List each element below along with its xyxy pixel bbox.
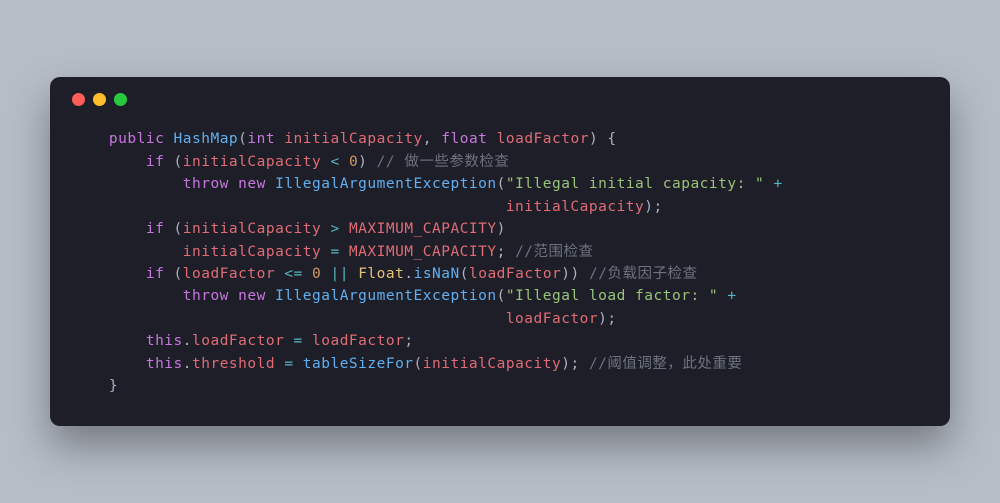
field-threshold: threshold bbox=[192, 356, 275, 372]
semicolon: ; bbox=[497, 244, 506, 260]
op-gt: > bbox=[330, 221, 339, 237]
var-loadFactor: loadFactor bbox=[506, 311, 598, 327]
keyword-this: this bbox=[146, 356, 183, 372]
paren-close: ) bbox=[497, 221, 506, 237]
op-assign: = bbox=[284, 356, 293, 372]
constructor-name: HashMap bbox=[174, 131, 239, 147]
keyword-if: if bbox=[146, 221, 164, 237]
comment: //阈值调整，此处重要 bbox=[589, 356, 742, 372]
keyword-if: if bbox=[146, 266, 164, 282]
keyword-new: new bbox=[238, 288, 266, 304]
keyword-throw: throw bbox=[183, 288, 229, 304]
op-le: <= bbox=[284, 266, 302, 282]
paren-close-semi: ); bbox=[561, 356, 579, 372]
var-loadFactor: loadFactor bbox=[312, 333, 404, 349]
paren-open: ( bbox=[497, 176, 506, 192]
paren-close: )) bbox=[561, 266, 579, 282]
keyword-int: int bbox=[247, 131, 275, 147]
dot: . bbox=[183, 356, 192, 372]
const-max-capacity: MAXIMUM_CAPACITY bbox=[349, 244, 497, 260]
string-literal: "Illegal load factor: " bbox=[506, 288, 718, 304]
literal-zero: 0 bbox=[349, 154, 358, 170]
paren-close: ) bbox=[358, 154, 367, 170]
paren-open: ( bbox=[497, 288, 506, 304]
method-isnan: isNaN bbox=[414, 266, 460, 282]
paren-close-semi: ); bbox=[598, 311, 616, 327]
field-loadFactor: loadFactor bbox=[192, 333, 284, 349]
close-icon[interactable] bbox=[72, 93, 85, 106]
keyword-this: this bbox=[146, 333, 183, 349]
comma: , bbox=[423, 131, 432, 147]
param-loadFactor: loadFactor bbox=[497, 131, 589, 147]
paren-open: ( bbox=[174, 266, 183, 282]
method-tablesizefor: tableSizeFor bbox=[303, 356, 414, 372]
var-initialCapacity: initialCapacity bbox=[183, 154, 321, 170]
brace-close: } bbox=[109, 378, 118, 394]
paren-open: ( bbox=[414, 356, 423, 372]
var-initialCapacity: initialCapacity bbox=[506, 199, 644, 215]
var-initialCapacity: initialCapacity bbox=[183, 221, 321, 237]
dot: . bbox=[404, 266, 413, 282]
zoom-icon[interactable] bbox=[114, 93, 127, 106]
paren-open: ( bbox=[238, 131, 247, 147]
keyword-if: if bbox=[146, 154, 164, 170]
comment: //范围检查 bbox=[515, 244, 593, 260]
op-assign: = bbox=[330, 244, 339, 260]
op-assign: = bbox=[294, 333, 303, 349]
var-loadFactor: loadFactor bbox=[469, 266, 561, 282]
window-titlebar bbox=[72, 93, 928, 106]
op-lt: < bbox=[330, 154, 339, 170]
exception-class: IllegalArgumentException bbox=[275, 288, 497, 304]
keyword-float: float bbox=[441, 131, 487, 147]
string-literal: "Illegal initial capacity: " bbox=[506, 176, 764, 192]
keyword-public: public bbox=[109, 131, 164, 147]
op-plus: + bbox=[774, 176, 783, 192]
keyword-new: new bbox=[238, 176, 266, 192]
paren-close-semi: ); bbox=[644, 199, 662, 215]
op-plus: + bbox=[727, 288, 736, 304]
paren-open: ( bbox=[174, 154, 183, 170]
paren-open: ( bbox=[460, 266, 469, 282]
dot: . bbox=[183, 333, 192, 349]
const-max-capacity: MAXIMUM_CAPACITY bbox=[349, 221, 497, 237]
param-initialCapacity: initialCapacity bbox=[284, 131, 422, 147]
comment: //负载因子检查 bbox=[589, 266, 697, 282]
brace-open: { bbox=[607, 131, 616, 147]
arg-initialCapacity: initialCapacity bbox=[423, 356, 561, 372]
op-or: || bbox=[331, 266, 349, 282]
paren-close: ) bbox=[589, 131, 598, 147]
minimize-icon[interactable] bbox=[93, 93, 106, 106]
exception-class: IllegalArgumentException bbox=[275, 176, 497, 192]
comment: // 做一些参数检查 bbox=[377, 154, 510, 170]
code-block: public HashMap(int initialCapacity, floa… bbox=[72, 128, 928, 398]
code-window: public HashMap(int initialCapacity, floa… bbox=[50, 77, 950, 426]
literal-zero: 0 bbox=[312, 266, 321, 282]
keyword-throw: throw bbox=[183, 176, 229, 192]
class-float: Float bbox=[358, 266, 404, 282]
var-loadFactor: loadFactor bbox=[183, 266, 275, 282]
semicolon: ; bbox=[404, 333, 413, 349]
var-initialCapacity: initialCapacity bbox=[183, 244, 321, 260]
paren-open: ( bbox=[174, 221, 183, 237]
